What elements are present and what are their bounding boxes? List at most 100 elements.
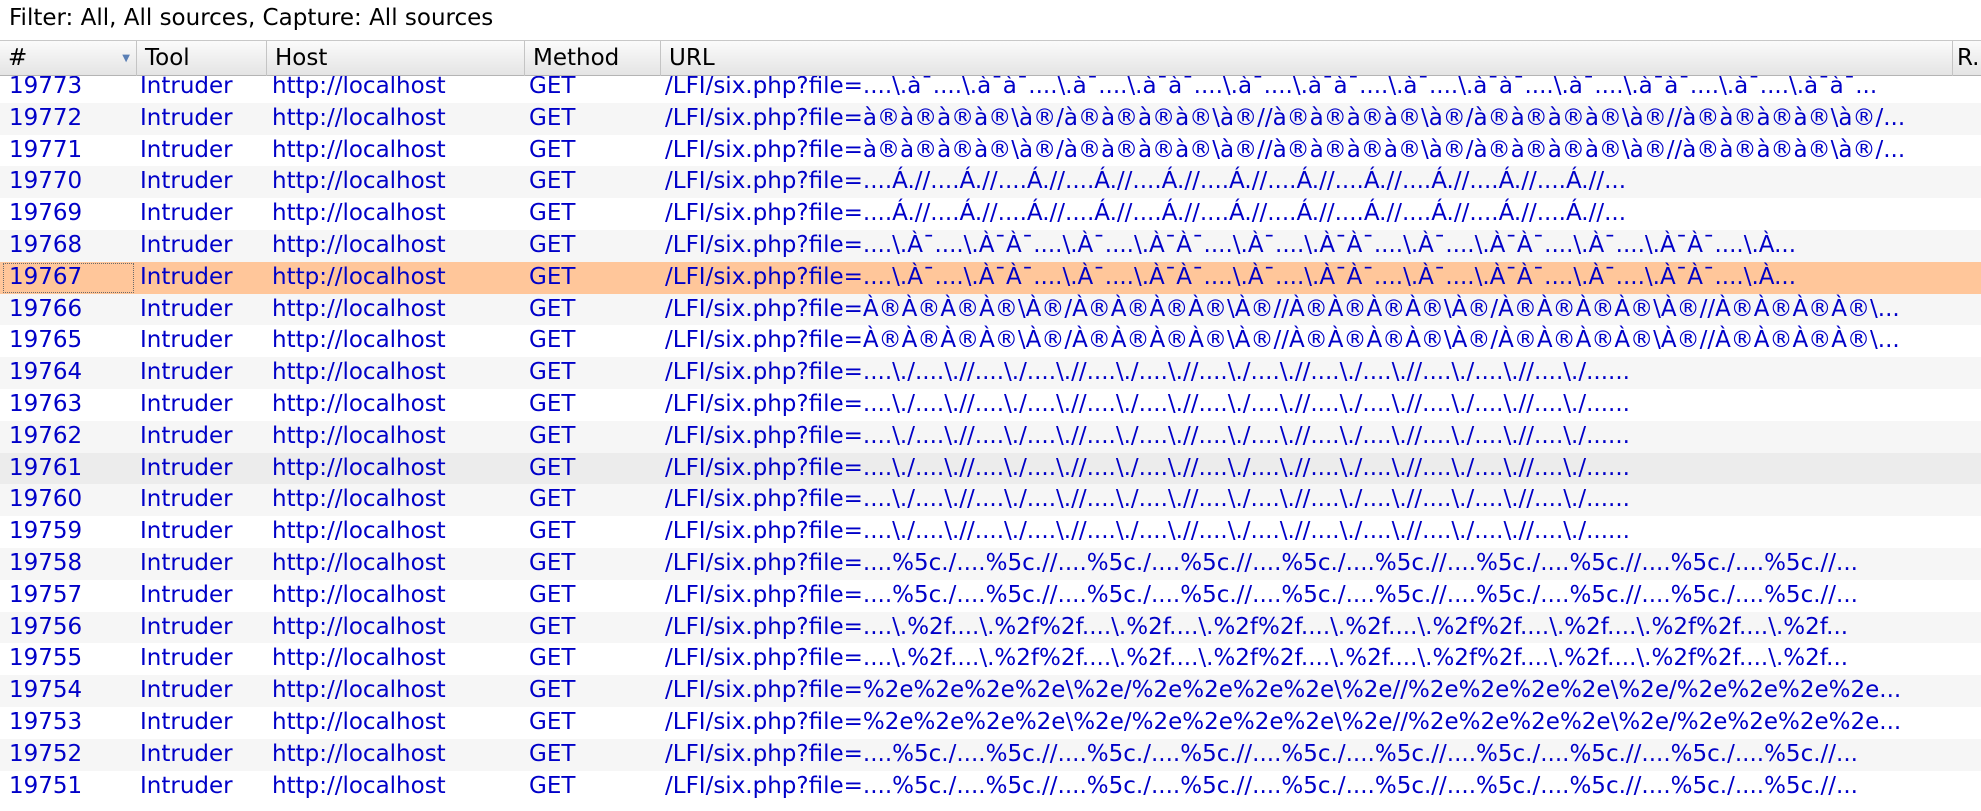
- host-cell: http://localhost: [272, 391, 446, 417]
- column-header-extra-label: R.: [1957, 45, 1980, 71]
- host-cell: http://localhost: [272, 327, 446, 354]
- column-header-method-label: Method: [533, 45, 620, 71]
- table-row[interactable]: 19756 Intruder http://localhost GET/LFI/six…: [0, 611, 1981, 644]
- tool-cell: Intruder: [140, 359, 233, 386]
- url-cell: /LFI/six.php?file=....%5c./....%5c.//...…: [665, 740, 1858, 767]
- url-cell: /LFI/six.php?file=....\.%2f....\.%2f%2f.…: [665, 613, 1849, 640]
- tool-cell: Intruder: [140, 104, 233, 131]
- request-number: 19751: [9, 772, 83, 799]
- table-row[interactable]: 19769 Intruder http://localhost GET/LFI/six…: [0, 198, 1981, 230]
- filter-bar[interactable]: Filter: All, All sources, Capture: All s…: [0, 0, 1981, 41]
- tool-cell: Intruder: [140, 677, 233, 704]
- column-header-url-label: URL: [669, 45, 715, 71]
- tool-cell: Intruder: [140, 740, 233, 767]
- table-header: # ▼ Tool Host Method URL R.: [0, 41, 1981, 76]
- request-number: 19773: [9, 76, 83, 99]
- method-cell: GET: [529, 550, 576, 576]
- url-cell: /LFI/six.php?file=À®À®À®À®\À®/À®À®À®À®\À…: [665, 327, 1900, 354]
- url-cell: /LFI/six.php?file=....%5c./....%5c.//...…: [665, 772, 1858, 799]
- url-cell: /LFI/six.php?file=à®à®à®à®\à®/à®à®à®à®\à…: [665, 136, 1906, 163]
- method-cell: GET: [529, 359, 576, 386]
- host-cell: http://localhost: [272, 772, 446, 799]
- url-cell: /LFI/six.php?file=....\.%2f....\.%2f%2f.…: [665, 645, 1849, 672]
- request-number: 19771: [9, 136, 83, 163]
- host-cell: http://localhost: [272, 422, 446, 449]
- table-row[interactable]: 19771 Intruder http://localhost GET/LFI/six…: [0, 135, 1981, 167]
- column-header-method[interactable]: Method: [525, 41, 661, 76]
- column-header-extra[interactable]: R.: [1953, 41, 1981, 76]
- url-cell: /LFI/six.php?file=....%5c./....%5c.//...…: [665, 581, 1858, 608]
- host-cell: http://localhost: [272, 263, 446, 290]
- tool-cell: Intruder: [140, 200, 233, 227]
- table-row[interactable]: 19753 Intruder http://localhost GET/LFI/six…: [0, 707, 1981, 739]
- url-cell: /LFI/six.php?file=....\./....\.//....\./…: [665, 391, 1630, 417]
- request-number: 19758: [9, 550, 83, 576]
- method-cell: GET: [529, 581, 576, 608]
- method-cell: GET: [529, 391, 576, 417]
- table-row[interactable]: 19766 Intruder http://localhost GET/LFI/six…: [0, 293, 1981, 326]
- tool-cell: Intruder: [140, 581, 233, 608]
- host-cell: http://localhost: [272, 486, 446, 513]
- tool-cell: Intruder: [140, 550, 233, 576]
- method-cell: GET: [529, 772, 576, 799]
- table-row[interactable]: 19761 Intruder http://localhost GET/LFI/six…: [0, 452, 1981, 485]
- table-row[interactable]: 19754 Intruder http://localhost GET/LFI/six…: [0, 675, 1981, 707]
- url-cell: /LFI/six.php?file=....%5c./....%5c.//...…: [665, 550, 1858, 576]
- url-cell: /LFI/six.php?file=....\./....\.//....\./…: [665, 486, 1630, 513]
- table-row[interactable]: 19767 Intruder http://localhost GET/LFI/six…: [0, 261, 1981, 294]
- method-cell: GET: [529, 454, 576, 481]
- table-row[interactable]: 19768 Intruder http://localhost GET/LFI/six…: [0, 230, 1981, 262]
- request-number: 19770: [9, 168, 83, 195]
- request-number: 19763: [9, 391, 83, 417]
- url-cell: /LFI/six.php?file=....\./....\.//....\./…: [665, 454, 1630, 481]
- table-row[interactable]: 19764 Intruder http://localhost GET/LFI/six…: [0, 357, 1981, 389]
- method-cell: GET: [529, 677, 576, 704]
- table-row[interactable]: 19759 Intruder http://localhost GET/LFI/six…: [0, 516, 1981, 548]
- table-row[interactable]: 19760 Intruder http://localhost GET/LFI/six…: [0, 484, 1981, 517]
- method-cell: GET: [529, 104, 576, 131]
- table-row[interactable]: 19758 Intruder http://localhost GET/LFI/six…: [0, 548, 1981, 580]
- method-cell: GET: [529, 263, 576, 290]
- tool-cell: Intruder: [140, 263, 233, 290]
- host-cell: http://localhost: [272, 232, 446, 258]
- host-cell: http://localhost: [272, 581, 446, 608]
- column-header-tool[interactable]: Tool: [137, 41, 267, 76]
- method-cell: GET: [529, 486, 576, 513]
- request-number: 19768: [9, 232, 83, 258]
- column-header-url[interactable]: URL: [661, 41, 1953, 76]
- request-number: 19757: [9, 581, 83, 608]
- host-cell: http://localhost: [272, 709, 446, 735]
- table-row[interactable]: 19765 Intruder http://localhost GET/LFI/six…: [0, 325, 1981, 357]
- url-cell: /LFI/six.php?file=À®À®À®À®\À®/À®À®À®À®\À…: [665, 295, 1900, 322]
- column-header-number-label: #: [8, 45, 28, 71]
- request-number: 19759: [9, 518, 83, 545]
- url-cell: /LFI/six.php?file=%2e%2e%2e%2e\%2e/%2e%2…: [665, 709, 1902, 735]
- method-cell: GET: [529, 295, 576, 322]
- method-cell: GET: [529, 613, 576, 640]
- table-row[interactable]: 19772 Intruder http://localhost GET/LFI/six…: [0, 102, 1981, 135]
- table-row[interactable]: 19770 Intruder http://localhost GET/LFI/six…: [0, 166, 1981, 199]
- column-header-number[interactable]: # ▼: [0, 41, 137, 76]
- host-cell: http://localhost: [272, 136, 446, 163]
- table-row[interactable]: 19755 Intruder http://localhost GET/LFI/six…: [0, 643, 1981, 675]
- host-cell: http://localhost: [272, 295, 446, 322]
- tool-cell: Intruder: [140, 486, 233, 513]
- url-cell: /LFI/six.php?file=....Á.//....Á.//....Á.…: [665, 200, 1627, 227]
- table-row[interactable]: 19751 Intruder http://localhost GET/LFI/six…: [0, 771, 1981, 803]
- table-row[interactable]: 19757 Intruder http://localhost GET/LFI/six…: [0, 580, 1981, 612]
- host-cell: http://localhost: [272, 550, 446, 576]
- filter-text[interactable]: Filter: All, All sources, Capture: All s…: [9, 5, 493, 31]
- table-row[interactable]: 19762 Intruder http://localhost GET/LFI/six…: [0, 420, 1981, 453]
- method-cell: GET: [529, 709, 576, 735]
- tool-cell: Intruder: [140, 422, 233, 449]
- table-row[interactable]: 19773 Intruder http://localhost GET/LFI/six…: [0, 76, 1981, 103]
- column-header-host[interactable]: Host: [267, 41, 525, 76]
- request-number: 19761: [9, 454, 83, 481]
- request-number: 19754: [9, 677, 83, 704]
- request-number: 19760: [9, 486, 83, 513]
- tool-cell: Intruder: [140, 327, 233, 354]
- table-row[interactable]: 19752 Intruder http://localhost GET/LFI/six…: [0, 738, 1981, 771]
- table-row[interactable]: 19763 Intruder http://localhost GET/LFI/six…: [0, 389, 1981, 421]
- tool-cell: Intruder: [140, 454, 233, 481]
- tool-cell: Intruder: [140, 709, 233, 735]
